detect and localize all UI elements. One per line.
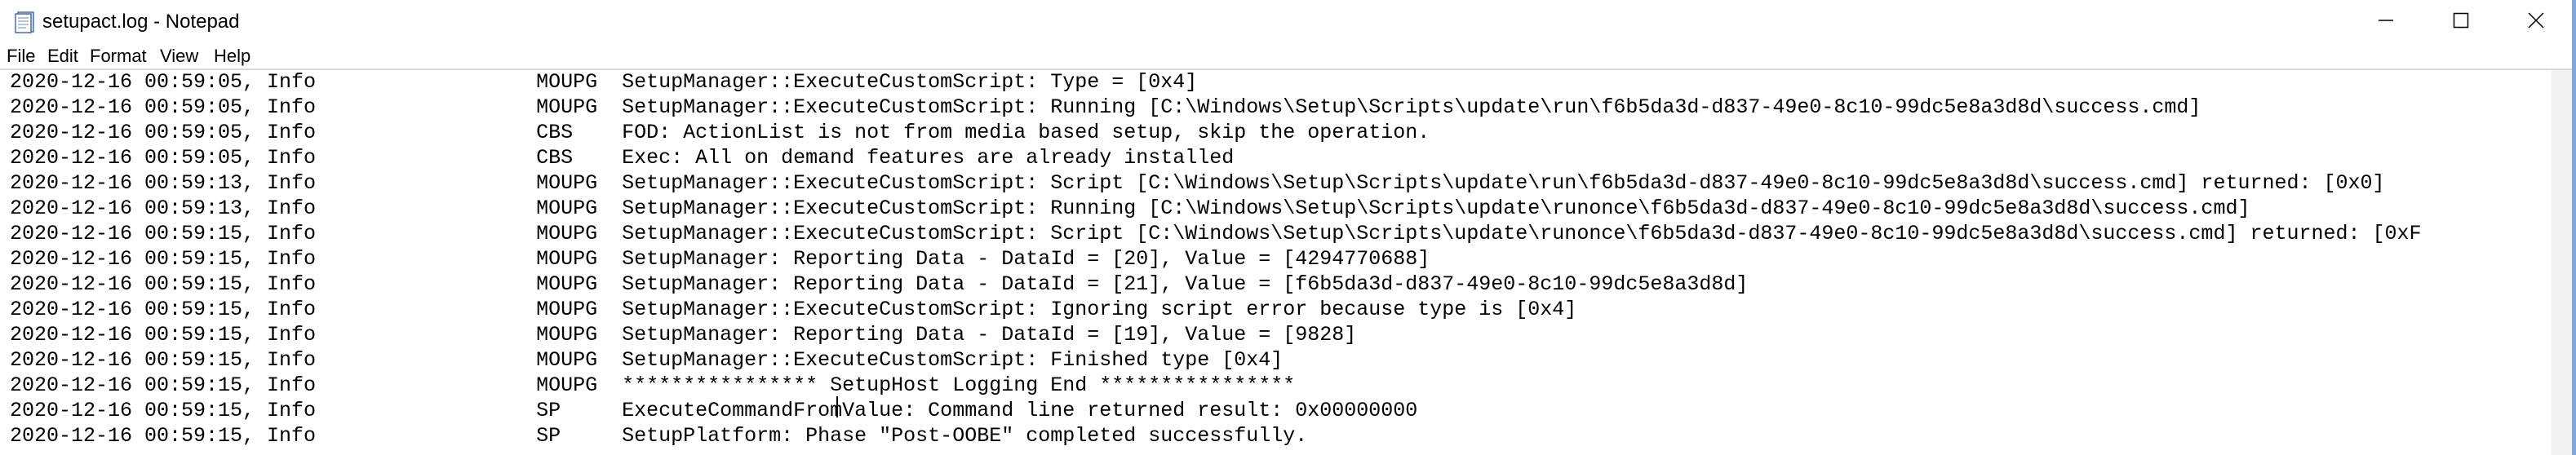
title-bar[interactable]: setupact.log - Notepad: [0, 0, 2576, 44]
window-title: setupact.log - Notepad: [42, 11, 240, 33]
text-editor[interactable]: 2020-12-16 00:59:05, Info MOUPG SetupMan…: [0, 70, 2576, 455]
minimize-icon: [2376, 11, 2396, 34]
log-line: 2020-12-16 00:59:13, Info MOUPG SetupMan…: [10, 197, 2250, 220]
log-line: 2020-12-16 00:59:05, Info CBS Exec: All …: [10, 146, 1235, 170]
menu-view[interactable]: View: [160, 44, 198, 68]
minimize-button[interactable]: [2348, 0, 2423, 44]
menu-format[interactable]: Format: [90, 44, 147, 68]
log-line: 2020-12-16 00:59:05, Info CBS FOD: Actio…: [10, 121, 1430, 144]
menu-help[interactable]: Help: [214, 44, 251, 68]
menu-file[interactable]: File: [7, 44, 35, 68]
close-button[interactable]: [2498, 0, 2574, 44]
log-line: 2020-12-16 00:59:15, Info MOUPG ********…: [10, 373, 1296, 397]
log-line: 2020-12-16 00:59:15, Info SP ExecuteComm…: [10, 399, 1418, 422]
window-border: [2572, 0, 2576, 455]
close-icon: [2526, 11, 2546, 34]
log-line: 2020-12-16 00:59:15, Info MOUPG SetupMan…: [10, 323, 1357, 347]
log-line: 2020-12-16 00:59:15, Info MOUPG SetupMan…: [10, 272, 1749, 296]
log-line: 2020-12-16 00:59:15, Info MOUPG SetupMan…: [10, 298, 1577, 321]
maximize-button[interactable]: [2423, 0, 2498, 44]
log-line: 2020-12-16 00:59:13, Info MOUPG SetupMan…: [10, 171, 2385, 195]
menu-edit[interactable]: Edit: [47, 44, 78, 68]
menu-bar: File Edit Format View Help: [0, 44, 2576, 70]
log-line: 2020-12-16 00:59:15, Info MOUPG SetupMan…: [10, 348, 1284, 372]
log-line: 2020-12-16 00:59:15, Info MOUPG SetupMan…: [10, 247, 1430, 271]
log-line: 2020-12-16 00:59:05, Info MOUPG SetupMan…: [10, 95, 2201, 119]
log-line: 2020-12-16 00:59:05, Info MOUPG SetupMan…: [10, 70, 1198, 94]
log-line: 2020-12-16 00:59:15, Info SP SetupPlatfo…: [10, 424, 1308, 448]
maximize-icon: [2451, 11, 2471, 34]
notepad-icon: [13, 10, 38, 34]
log-line: 2020-12-16 00:59:15, Info MOUPG SetupMan…: [10, 222, 2422, 245]
text-caret: [836, 396, 838, 417]
